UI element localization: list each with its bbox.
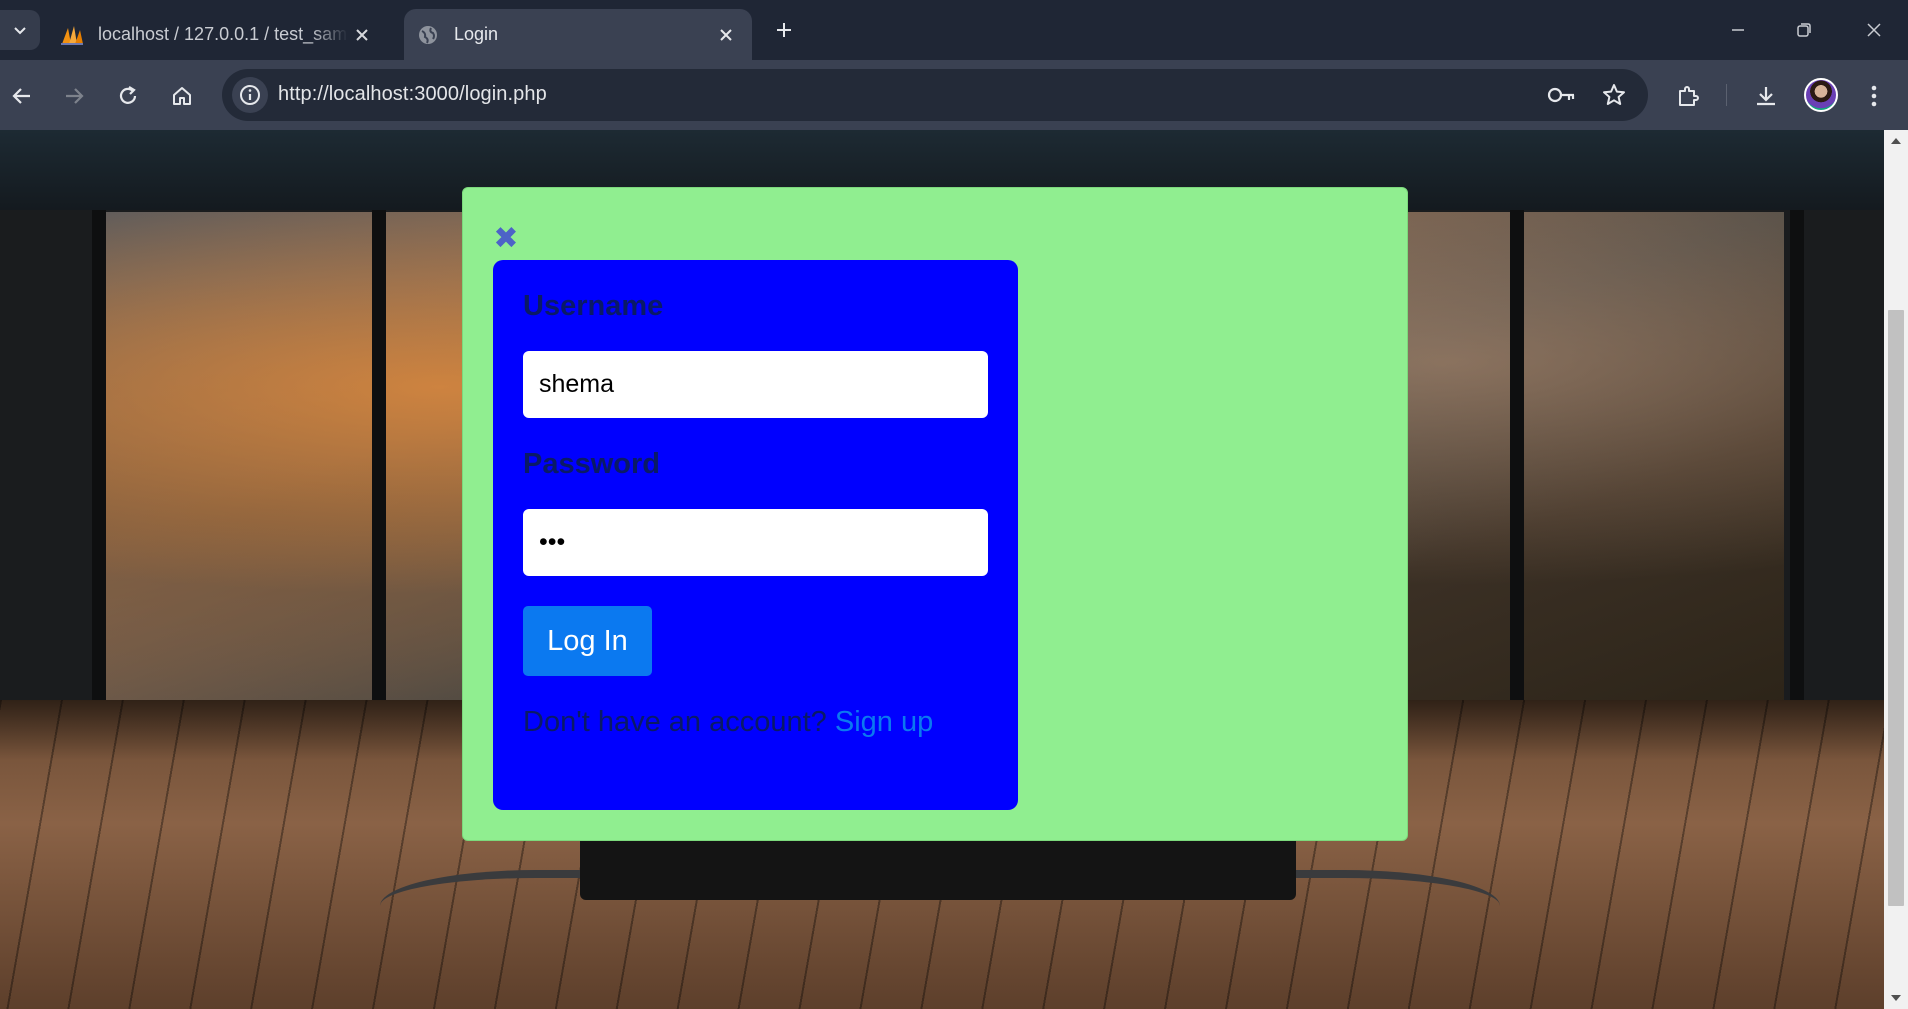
login-button[interactable]: Log In	[523, 606, 652, 676]
download-icon	[1757, 87, 1775, 106]
signup-prompt-text: Don't have an account?	[523, 706, 827, 738]
scroll-down-arrow[interactable]	[1891, 995, 1901, 1001]
page-viewport: ✖ Username Password Log In Don't have an…	[0, 130, 1884, 1009]
tab-phpmyadmin[interactable]: localhost / 127.0.0.1 / test_samp	[48, 9, 388, 60]
back-button[interactable]	[0, 74, 44, 118]
password-manager-button[interactable]	[1544, 77, 1580, 113]
address-bar[interactable]: http://localhost:3000/login.php	[222, 69, 1648, 121]
home-icon	[173, 87, 191, 105]
tab-login[interactable]: Login	[404, 9, 752, 60]
profile-avatar[interactable]	[1804, 78, 1838, 112]
globe-icon	[416, 23, 440, 47]
close-tab-icon[interactable]	[712, 21, 740, 49]
restore-icon	[1797, 23, 1811, 37]
toolbar-separator	[1726, 84, 1727, 106]
close-icon[interactable]: ✖	[491, 224, 521, 254]
login-form: Username Password Log In Don't have an a…	[493, 260, 1018, 810]
tab-search-button[interactable]	[0, 10, 40, 50]
forward-button[interactable]	[52, 74, 96, 118]
downloads-button[interactable]	[1744, 74, 1788, 118]
url-text[interactable]: http://localhost:3000/login.php	[278, 83, 547, 106]
chevron-down-icon	[14, 27, 26, 35]
restore-button[interactable]	[1780, 10, 1828, 50]
scroll-up-arrow[interactable]	[1891, 138, 1901, 144]
star-icon	[1603, 84, 1625, 105]
menu-button[interactable]	[1852, 74, 1896, 118]
tab-title: Login	[454, 24, 499, 44]
browser-toolbar: http://localhost:3000/login.php	[0, 60, 1908, 130]
vertical-scrollbar[interactable]	[1884, 130, 1908, 1009]
plus-icon	[777, 23, 791, 37]
extensions-button[interactable]	[1666, 74, 1710, 118]
arrow-left-icon	[12, 88, 30, 104]
close-tab-icon[interactable]	[348, 21, 376, 49]
username-label: Username	[523, 290, 664, 322]
login-modal: ✖ Username Password Log In Don't have an…	[462, 187, 1408, 841]
key-icon	[1547, 87, 1575, 103]
new-tab-button[interactable]	[768, 14, 800, 46]
password-input[interactable]	[523, 509, 988, 576]
username-input[interactable]	[523, 351, 988, 418]
minimize-icon	[1732, 29, 1744, 31]
minimize-button[interactable]	[1714, 10, 1762, 50]
password-label: Password	[523, 448, 660, 480]
signup-prompt: Don't have an account? Sign up	[523, 706, 933, 739]
close-icon	[1867, 23, 1881, 37]
signup-link[interactable]: Sign up	[835, 706, 933, 738]
home-button[interactable]	[160, 74, 204, 118]
phpmyadmin-icon	[60, 23, 84, 47]
scrollbar-thumb[interactable]	[1888, 310, 1904, 906]
site-info-button[interactable]	[232, 77, 268, 113]
more-vertical-icon	[1871, 85, 1877, 107]
info-icon	[240, 85, 260, 105]
tab-title: localhost / 127.0.0.1 / test_samp	[98, 24, 348, 44]
puzzle-icon	[1679, 86, 1699, 106]
close-window-button[interactable]	[1850, 10, 1898, 50]
tab-strip: localhost / 127.0.0.1 / test_samp Login	[0, 0, 1908, 60]
bookmark-button[interactable]	[1596, 77, 1632, 113]
arrow-right-icon	[66, 88, 84, 104]
reload-button[interactable]	[106, 74, 150, 118]
reload-icon	[119, 86, 137, 104]
